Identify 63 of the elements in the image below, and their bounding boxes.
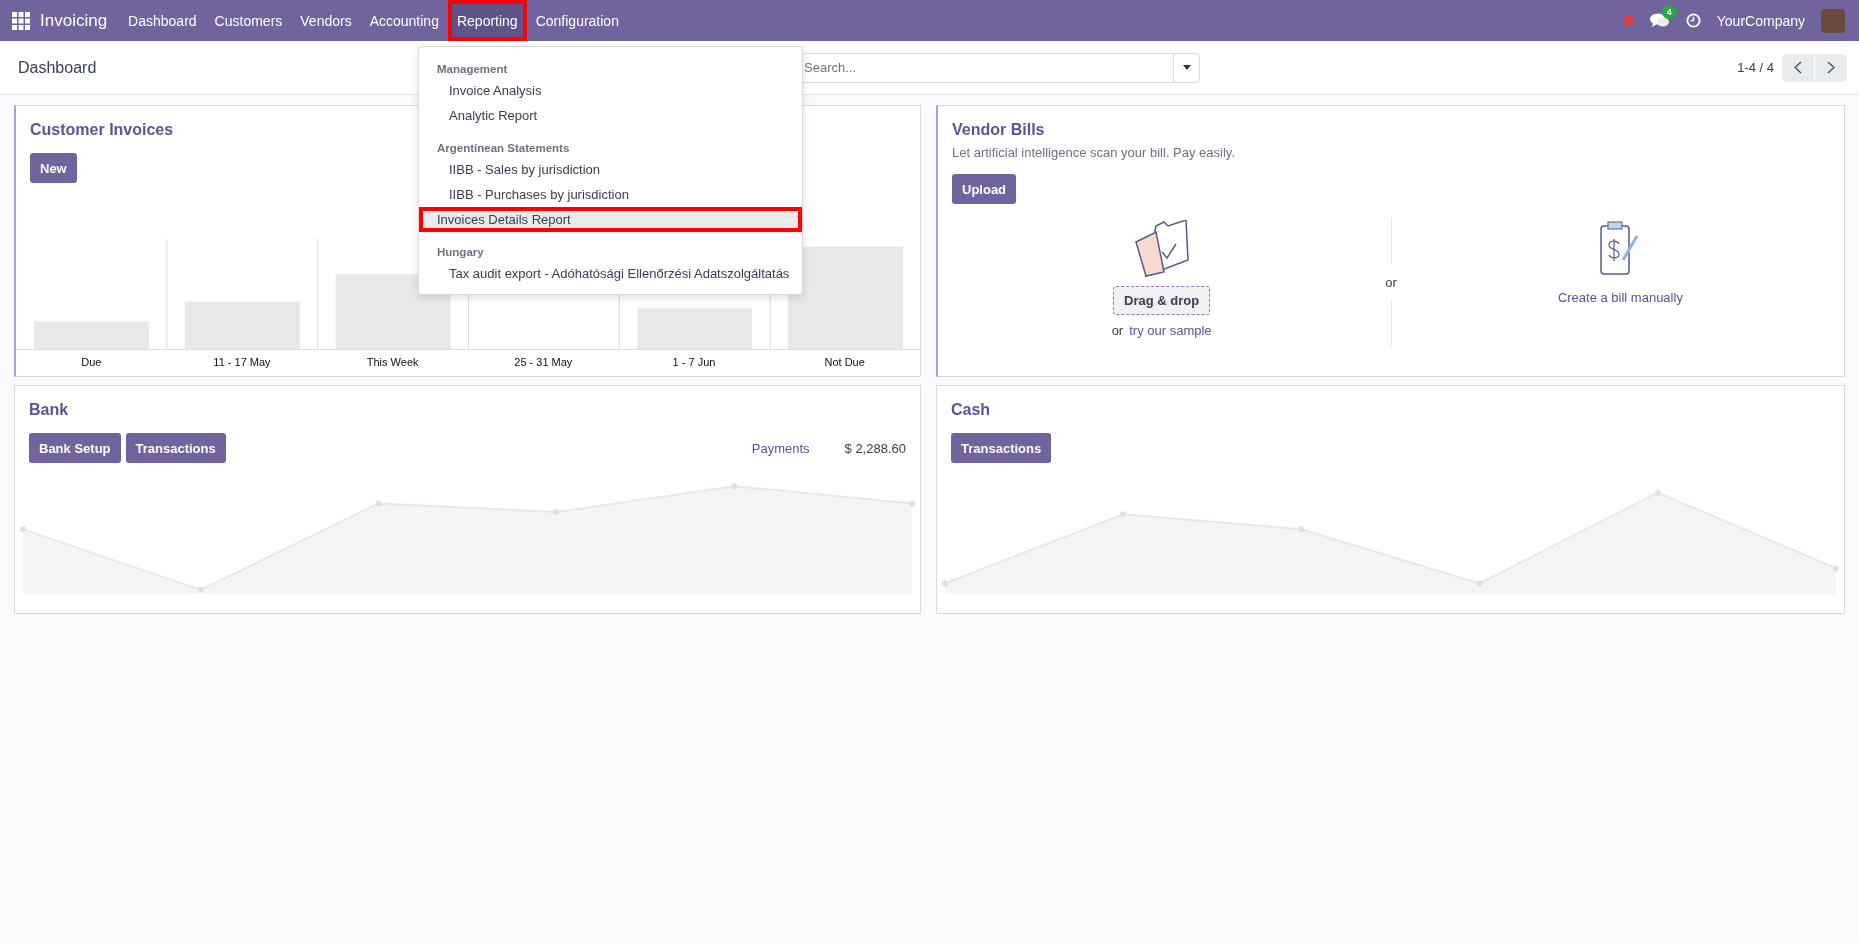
chart-point [553, 509, 560, 516]
nav-menu-item[interactable]: Configuration [526, 0, 628, 41]
next-page-button[interactable] [1815, 53, 1847, 82]
chart-axis-label: Not Due [823, 356, 866, 368]
nav-menu-item[interactable]: Reporting [447, 0, 527, 41]
chart-axis-label: 11 - 17 May [212, 356, 272, 368]
chevron-right-icon [1827, 61, 1835, 74]
menu-item[interactable]: Analytic Report [419, 103, 802, 128]
chart-point [942, 580, 948, 587]
chevron-left-icon [1794, 61, 1802, 74]
breadcrumb: Dashboard [18, 58, 97, 76]
chart-point [909, 500, 915, 507]
chart-point [1654, 489, 1661, 496]
menu-item[interactable]: Invoices Details Report [419, 207, 802, 232]
nav-menu-item[interactable]: Accounting [360, 0, 448, 41]
chart-axis-label: 1 - 7 Jun [671, 356, 717, 368]
card-title[interactable]: Vendor Bills [952, 121, 1844, 139]
card-title[interactable]: Cash [951, 401, 1844, 419]
chart-axis-label: Due [80, 356, 103, 368]
nav-menu-item[interactable]: Customers [205, 0, 292, 41]
chart-point [20, 526, 26, 533]
clock-icon[interactable] [1685, 13, 1701, 28]
previous-page-button[interactable] [1782, 53, 1814, 82]
or-text: or [1111, 323, 1124, 338]
card-action-button[interactable]: Bank Setup [29, 433, 121, 463]
app-grid-icon[interactable] [12, 11, 30, 30]
upload-button[interactable]: Upload [952, 174, 1017, 204]
caret-icon [1182, 65, 1191, 70]
menu-section-header: Argentinean Statements [436, 141, 571, 156]
menu-section-header: Hungary [436, 245, 485, 260]
chart-axis-label: This Week [365, 356, 420, 368]
menu-item[interactable]: IIBB - Sales by jurisdiction [419, 157, 802, 182]
nav-menu-item[interactable]: Vendors [291, 0, 361, 41]
card-subtitle: Let artificial intelligence scan your bill. Pay easily. [952, 145, 1236, 160]
card-action-button[interactable]: Transactions [951, 433, 1052, 463]
menu-item[interactable]: Tax audit export - Adóhatósági Ellenőrzési Adatszolgáltatás [419, 261, 802, 286]
chart-point [375, 500, 382, 507]
menu-item[interactable]: IIBB - Purchases by jurisdiction [419, 182, 802, 207]
new-button[interactable]: New [30, 153, 77, 183]
search-options-button[interactable] [1173, 52, 1200, 83]
status-dot-icon[interactable] [1622, 15, 1634, 26]
nav-menu-item[interactable]: Dashboard [119, 0, 206, 41]
message-count-badge: 4 [1661, 4, 1677, 19]
chart-point [197, 586, 204, 593]
company-name[interactable]: YourCompany [1716, 12, 1805, 29]
folder-check-icon [1133, 220, 1190, 278]
chart-axis-label: 25 - 31 May [513, 356, 574, 368]
card-action-button[interactable]: Transactions [125, 433, 226, 463]
chart-point [1833, 565, 1839, 572]
payments-amount: $ 2,288.60 [844, 440, 906, 456]
try-sample-link[interactable]: try our sample [1129, 323, 1212, 338]
or-text: or [1385, 274, 1397, 290]
drag-and-drop-zone[interactable]: Drag & drop [1113, 286, 1211, 315]
chart-point [731, 483, 738, 490]
pager-value[interactable]: 1-4 / 4 [1737, 60, 1774, 75]
create-bill-manually-link[interactable]: Create a bill manually [1557, 290, 1683, 305]
chart-point [1120, 511, 1127, 518]
menu-section-header: Management [436, 62, 509, 77]
chart-point [1476, 580, 1483, 587]
app-name[interactable]: Invoicing [40, 10, 108, 31]
card-title[interactable]: Bank [29, 401, 920, 419]
chart-point [1298, 526, 1305, 533]
payments-link[interactable]: Payments [751, 440, 810, 456]
